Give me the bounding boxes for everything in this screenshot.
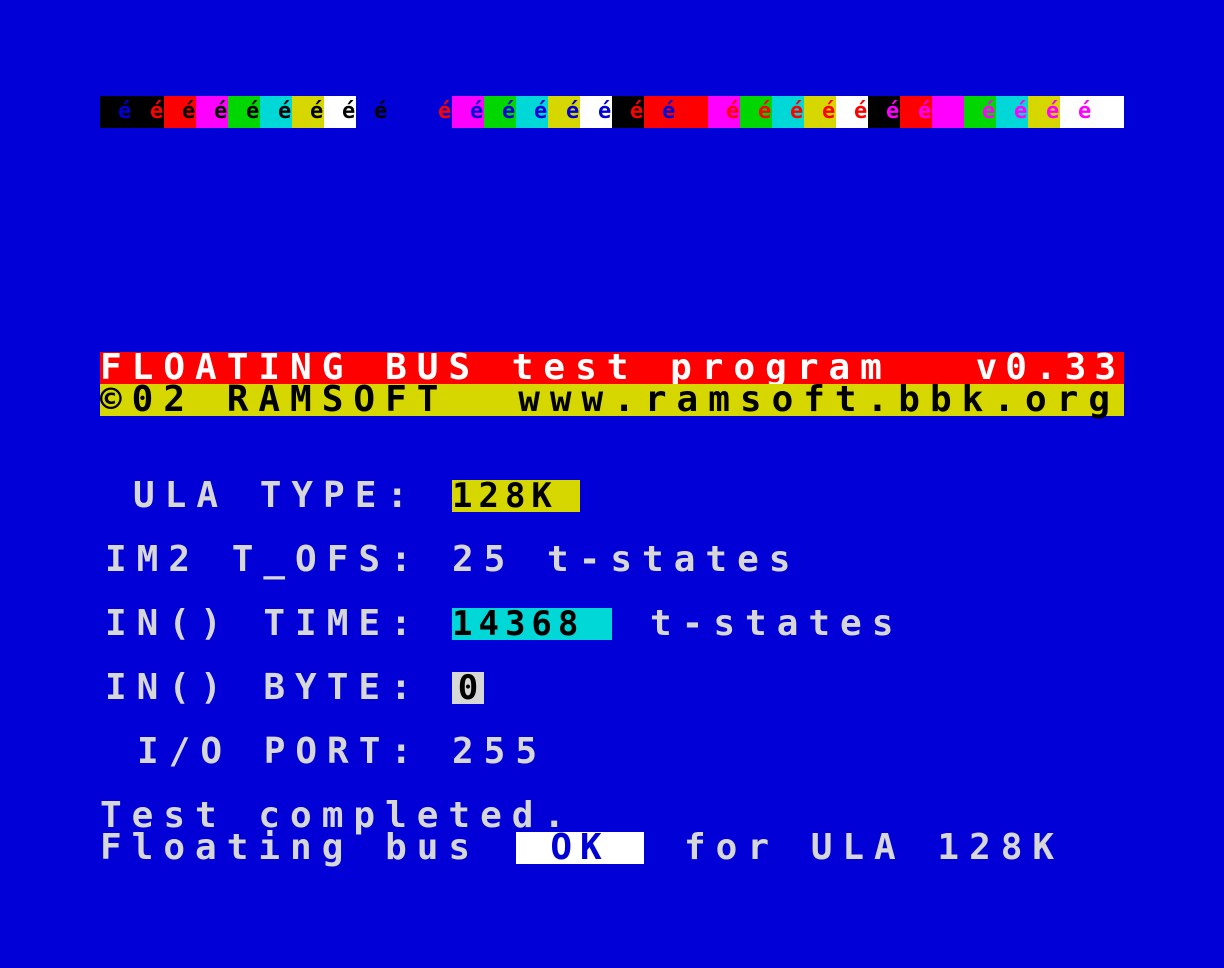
attribute-glyph: é bbox=[150, 99, 164, 124]
ok-result-badge: OK bbox=[516, 830, 644, 866]
attribute-cell: é bbox=[708, 96, 740, 128]
attribute-cell: é bbox=[292, 96, 324, 128]
attribute-cell: é bbox=[484, 96, 516, 128]
attribute-glyph: é bbox=[1014, 99, 1028, 124]
attribute-cell: é bbox=[772, 96, 804, 128]
attribute-glyph: é bbox=[726, 99, 740, 124]
copyright-bar: ©02 RAMSOFT www.ramsoft.bbk.org bbox=[100, 379, 1124, 420]
attribute-glyph: é bbox=[790, 99, 804, 124]
attribute-cell: é bbox=[324, 96, 356, 128]
attribute-glyph: é bbox=[822, 99, 836, 124]
attribute-cell: é bbox=[740, 96, 772, 128]
attribute-glyph: é bbox=[406, 99, 420, 124]
ula-result-text: for ULA 128K bbox=[684, 827, 1065, 868]
website-url: www.ramsoft.bbk.org bbox=[518, 379, 1120, 420]
attribute-glyph: é bbox=[630, 99, 644, 124]
attribute-cell: é bbox=[644, 96, 676, 128]
attribute-glyph: é bbox=[1110, 99, 1124, 124]
in-time-unit: t-states bbox=[650, 603, 904, 644]
attribute-cell: é bbox=[868, 96, 900, 128]
attribute-glyph: é bbox=[1046, 99, 1060, 124]
attribute-glyph: é bbox=[982, 99, 996, 124]
attribute-cell: é bbox=[356, 96, 388, 128]
attribute-cell: é bbox=[388, 96, 420, 128]
attribute-glyph: é bbox=[438, 99, 452, 124]
attribute-cell: é bbox=[900, 96, 932, 128]
attribute-cell: é bbox=[612, 96, 644, 128]
attribute-cell: é bbox=[580, 96, 612, 128]
attribute-glyph: é bbox=[598, 99, 612, 124]
attribute-cell: é bbox=[964, 96, 996, 128]
io-port-label: I/O PORT: bbox=[137, 731, 423, 772]
attribute-cell: é bbox=[1028, 96, 1060, 128]
attribute-glyph: é bbox=[310, 99, 324, 124]
attribute-glyph: é bbox=[950, 99, 964, 124]
attribute-cell: é bbox=[932, 96, 964, 128]
attribute-glyph: é bbox=[118, 99, 132, 124]
copyright-text: ©02 RAMSOFT bbox=[100, 379, 449, 420]
attribute-glyph: é bbox=[886, 99, 900, 124]
in-time-value: 14368 bbox=[452, 607, 612, 641]
floating-bus-label: Floating bus bbox=[100, 827, 481, 868]
attribute-cell: é bbox=[164, 96, 196, 128]
ula-type-value: 128K bbox=[452, 479, 580, 513]
attribute-cell: é bbox=[100, 96, 132, 128]
ula-type-label: ULA TYPE: bbox=[133, 475, 419, 516]
attribute-glyph: é bbox=[278, 99, 292, 124]
attribute-glyph: é bbox=[854, 99, 868, 124]
attribute-glyph: é bbox=[502, 99, 516, 124]
attribute-cell: é bbox=[420, 96, 452, 128]
attribute-cell: é bbox=[132, 96, 164, 128]
attribute-glyph: é bbox=[662, 99, 676, 124]
attribute-glyph: é bbox=[214, 99, 228, 124]
attribute-cell: é bbox=[1092, 96, 1124, 128]
in-byte-value: 0 bbox=[452, 671, 484, 705]
attribute-cell: é bbox=[228, 96, 260, 128]
attribute-cell: é bbox=[452, 96, 484, 128]
attribute-cell: é bbox=[676, 96, 708, 128]
in-time-label: IN() TIME: bbox=[105, 603, 422, 644]
attribute-glyph: é bbox=[566, 99, 580, 124]
attribute-cell: é bbox=[196, 96, 228, 128]
attribute-glyph: é bbox=[470, 99, 484, 124]
attribute-glyph: é bbox=[342, 99, 356, 124]
attribute-glyph: é bbox=[182, 99, 196, 124]
attribute-cell: é bbox=[836, 96, 868, 128]
attribute-cell: é bbox=[804, 96, 836, 128]
attribute-glyph: é bbox=[758, 99, 772, 124]
attribute-cell: é bbox=[516, 96, 548, 128]
in-byte-label: IN() BYTE: bbox=[105, 667, 422, 708]
attribute-cell: é bbox=[1060, 96, 1092, 128]
im2-offset-value: 25 t-states bbox=[452, 539, 801, 580]
io-port-value: 255 bbox=[452, 731, 548, 772]
attribute-glyph: é bbox=[246, 99, 260, 124]
attribute-cell: é bbox=[260, 96, 292, 128]
attribute-cell: é bbox=[548, 96, 580, 128]
attribute-glyph: é bbox=[374, 99, 388, 124]
attribute-color-strip: éééééééééééééééééééééééééééééééé bbox=[100, 96, 1124, 128]
attribute-cell: é bbox=[996, 96, 1028, 128]
im2-offset-label: IM2 T_OFS: bbox=[105, 539, 422, 580]
attribute-glyph: é bbox=[1078, 99, 1092, 124]
attribute-glyph: é bbox=[534, 99, 548, 124]
attribute-glyph: é bbox=[694, 99, 708, 124]
attribute-glyph: é bbox=[918, 99, 932, 124]
